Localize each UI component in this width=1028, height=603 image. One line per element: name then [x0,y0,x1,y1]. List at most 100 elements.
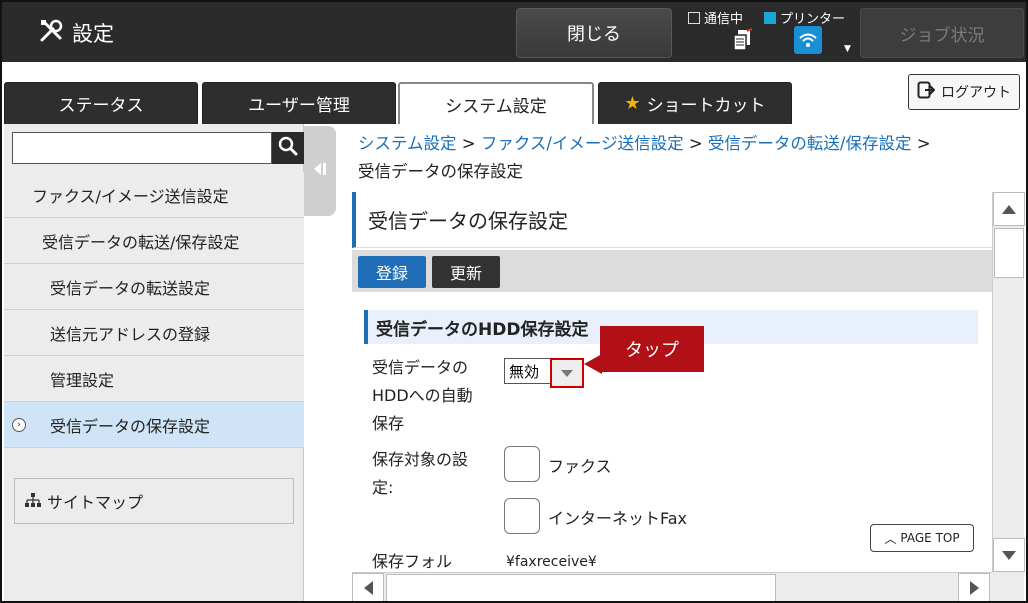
breadcrumb: システム設定 > ファクス/イメージ送信設定 > 受信データの転送/保存設定 >… [358,130,1008,186]
save-target-label-line2: 定: [372,478,394,497]
chevron-up-icon: ︿ [884,531,897,546]
printer-status: プリンター [764,8,845,27]
auto-save-select-value: 無効 [509,362,540,381]
sidebar-item-label: 送信元アドレスの登録 [50,324,211,344]
auto-save-label-line3: 保存 [372,414,405,433]
printer-status-label: プリンター [780,12,846,27]
chevron-down-icon [561,369,573,377]
horizontal-scrollbar[interactable] [352,572,992,601]
tab-system-settings[interactable]: システム設定 [398,82,594,124]
sidebar-collapse-button[interactable] [304,126,336,216]
save-target-label-line1: 保存対象の設 [372,450,469,469]
arrow-down-icon [1002,550,1016,560]
sidebar-item-label: 受信データの保存設定 [50,416,211,436]
scroll-right-button[interactable] [958,573,990,601]
page-top-label: PAGE TOP [900,531,960,545]
page-top-button[interactable]: ︿ PAGE TOP [870,524,974,552]
breadcrumb-link-forward-save[interactable]: 受信データの転送/保存設定 [708,134,912,153]
collapse-left-icon [311,160,329,182]
comm-status: 通信中 [688,8,743,27]
auto-save-label: 受信データの HDDへの自動 保存 [372,354,473,438]
update-button[interactable]: 更新 [432,256,500,288]
close-button[interactable]: 閉じる [516,8,672,58]
sidebar-menu: ファクス/イメージ送信設定 受信データの転送/保存設定 受信データの転送設定 送… [4,172,304,448]
sitemap-label: サイトマップ [47,493,144,512]
save-folder-label: 保存フォル [372,552,453,571]
page-title: 受信データの保存設定 [352,192,992,248]
tap-callout: タップ [600,326,704,372]
scroll-up-button[interactable] [993,192,1025,226]
sidebar-item-sender-address[interactable]: 送信元アドレスの登録 [4,310,304,356]
scrollbar-corner [992,572,1024,601]
star-icon: ★ [624,93,641,114]
fax-checkbox[interactable] [504,446,540,482]
sidebar-item-label: 管理設定 [50,370,115,390]
main-content: 受信データの保存設定 登録 更新 受信データのHDD保存設定 受信データの HD… [352,192,992,572]
top-header: 設定 閉じる 通信中 プリンター ▼ ジョブ状況 [2,2,1026,62]
chevron-right-icon: › [12,417,26,432]
job-status-button[interactable]: ジョブ状況 [860,8,1024,58]
sidebar: ファクス/イメージ送信設定 受信データの転送/保存設定 受信データの転送設定 送… [4,124,304,601]
search-icon [278,136,298,160]
sitemap-link[interactable]: サイトマップ [14,478,294,524]
tab-shortcut[interactable]: ★ ショートカット [598,82,792,124]
tab-status-label: ステータス [58,96,144,116]
auto-save-label-line2: HDDへの自動 [372,386,473,405]
tab-system-settings-label: システム設定 [445,96,547,117]
scroll-down-button[interactable] [993,538,1025,572]
sidebar-item-label: ファクス/イメージ送信設定 [32,186,229,206]
logout-button[interactable]: ログアウト [908,74,1020,110]
sidebar-item-fax-image-send[interactable]: ファクス/イメージ送信設定 [4,172,304,218]
app-title-text: 設定 [72,22,114,46]
comm-indicator [688,11,700,24]
tab-user-management[interactable]: ユーザー管理 [202,82,396,124]
auto-save-label-line1: 受信データの [372,358,469,377]
tab-user-management-label: ユーザー管理 [248,96,350,116]
sidebar-item-forward-save[interactable]: 受信データの転送/保存設定 [4,218,304,264]
documents-icon [730,28,754,54]
search-input[interactable] [12,132,272,164]
tools-icon [38,18,64,49]
breadcrumb-separator: > [688,134,703,153]
vertical-scroll-thumb[interactable] [994,228,1024,278]
vertical-scrollbar[interactable] [992,192,1025,572]
status-area: 通信中 プリンター ▼ [686,6,856,60]
action-bar: 登録 更新 [352,250,992,292]
save-target-label: 保存対象の設 定: [372,446,468,502]
register-button[interactable]: 登録 [358,256,426,288]
sidebar-item-label: 受信データの転送/保存設定 [42,232,240,252]
sitemap-icon [25,492,41,511]
internet-fax-checkbox-label: インターネットFax [548,509,688,528]
arrow-up-icon [1002,204,1016,214]
breadcrumb-link-fax-image-send[interactable]: ファクス/イメージ送信設定 [481,134,684,153]
fax-checkbox-label: ファクス [548,457,612,476]
sidebar-item-label: 受信データの転送設定 [50,278,211,298]
horizontal-scroll-thumb[interactable] [386,574,776,601]
printer-indicator [764,11,776,24]
arrow-right-icon [969,581,979,595]
settings-window: 設定 閉じる 通信中 プリンター ▼ ジョブ状況 ステータス ユーザー管理 シス… [0,0,1028,603]
sidebar-item-admin[interactable]: 管理設定 [4,356,304,402]
tab-status[interactable]: ステータス [4,82,198,124]
comm-status-label: 通信中 [704,12,744,27]
search-box [12,132,304,164]
auto-save-dropdown-button[interactable] [550,358,584,388]
logout-icon [917,81,936,103]
save-folder-value: ¥faxreceive¥ [506,554,597,570]
tab-shortcut-label: ショートカット [646,96,766,116]
wifi-icon[interactable] [794,26,822,54]
breadcrumb-separator: > [461,134,476,153]
scroll-left-button[interactable] [352,573,384,601]
tab-bar: ステータス ユーザー管理 システム設定 ★ ショートカット ログアウト [2,62,1026,124]
logout-label: ログアウト [941,85,1011,101]
breadcrumb-current: 受信データの保存設定 [358,162,523,181]
arrow-left-icon [363,581,373,595]
chevron-down-icon[interactable]: ▼ [844,44,851,54]
internet-fax-checkbox[interactable] [504,498,540,534]
breadcrumb-link-system-settings[interactable]: システム設定 [358,134,457,153]
app-title: 設定 [38,16,114,50]
sidebar-item-forward[interactable]: 受信データの転送設定 [4,264,304,310]
sidebar-item-save-settings[interactable]: › 受信データの保存設定 [4,402,304,448]
breadcrumb-separator: > [916,134,931,153]
search-button[interactable] [272,132,304,164]
